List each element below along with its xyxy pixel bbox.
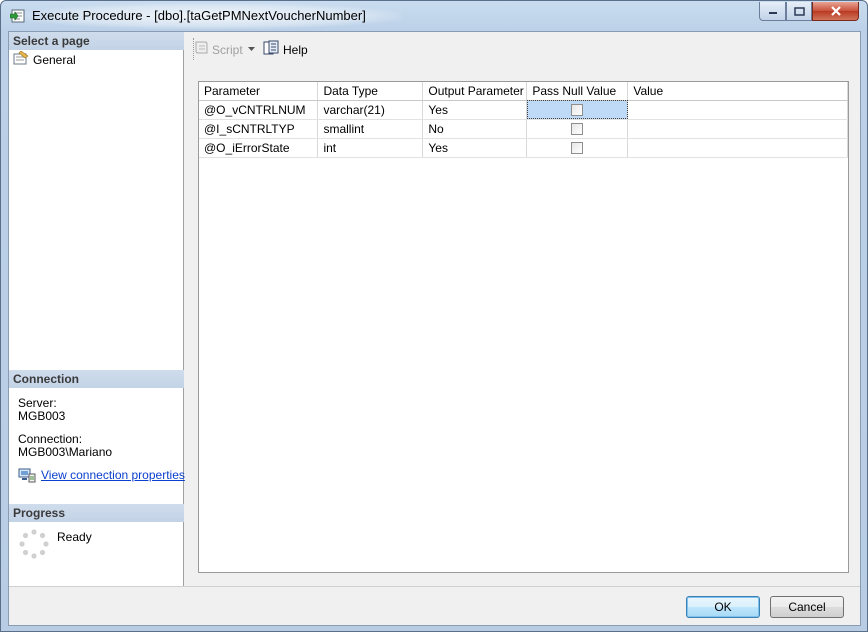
- table-row[interactable]: @O_vCNTRLNUM varchar(21) Yes: [199, 100, 848, 120]
- cell-value[interactable]: [627, 138, 848, 158]
- column-header-value[interactable]: Value: [627, 82, 848, 101]
- server-label: Server:: [18, 396, 57, 410]
- cell-data-type[interactable]: varchar(21): [317, 100, 424, 120]
- cell-pass-null-value[interactable]: [526, 138, 629, 158]
- pass-null-checkbox[interactable]: [571, 123, 584, 136]
- help-icon: [263, 40, 279, 59]
- select-page-header: Select a page: [9, 32, 184, 50]
- help-label: Help: [283, 42, 308, 57]
- dialog-button-bar: OK Cancel: [9, 586, 860, 625]
- view-connection-properties-link[interactable]: View connection properties: [41, 468, 185, 482]
- script-label: Script: [212, 42, 243, 57]
- cell-value[interactable]: [627, 119, 848, 139]
- cancel-button[interactable]: Cancel: [770, 596, 844, 618]
- table-row[interactable]: @O_iErrorState int Yes: [199, 138, 848, 158]
- cell-data-type[interactable]: smallint: [317, 119, 424, 139]
- ok-button[interactable]: OK: [686, 596, 760, 618]
- toolbar: Script Help: [185, 32, 861, 64]
- parameters-grid: Parameter Data Type Output Parameter Pas…: [198, 81, 849, 573]
- cell-output[interactable]: Yes: [422, 100, 528, 120]
- connection-label: Connection:: [18, 432, 83, 446]
- script-dropdown-button[interactable]: [247, 42, 256, 56]
- connection-properties-icon: [18, 467, 36, 486]
- cell-pass-null-value[interactable]: [526, 100, 629, 120]
- maximize-icon: [793, 6, 805, 16]
- chevron-down-icon: [247, 42, 256, 56]
- parameters-table: Parameter Data Type Output Parameter Pas…: [199, 82, 848, 158]
- page-item-general[interactable]: General: [13, 50, 76, 68]
- page-item-label: General: [33, 52, 76, 67]
- cell-output[interactable]: Yes: [422, 138, 528, 158]
- column-header-data-type[interactable]: Data Type: [317, 82, 424, 101]
- help-button[interactable]: Help: [263, 40, 308, 59]
- column-header-pass-null-value[interactable]: Pass Null Value: [526, 82, 629, 101]
- general-page-icon: [13, 50, 29, 68]
- progress-spinner-icon: [19, 529, 49, 562]
- cell-parameter[interactable]: @I_sCNTRLTYP: [199, 119, 319, 139]
- progress-status: Ready: [57, 530, 92, 544]
- cell-value[interactable]: [627, 100, 848, 120]
- cell-parameter[interactable]: @O_iErrorState: [199, 138, 319, 158]
- execute-procedure-window: Execute Procedure - [dbo].[taGetPMNextVo…: [0, 0, 868, 632]
- title-bar[interactable]: Execute Procedure - [dbo].[taGetPMNextVo…: [1, 1, 867, 31]
- connection-value: MGB003\Mariano: [18, 445, 113, 459]
- close-icon: [830, 6, 841, 16]
- server-value: MGB003: [18, 409, 66, 423]
- cell-output[interactable]: No: [422, 119, 528, 139]
- close-button[interactable]: [812, 2, 859, 21]
- pass-null-checkbox[interactable]: [571, 104, 584, 117]
- progress-header: Progress: [9, 504, 184, 522]
- minimize-button[interactable]: [759, 2, 786, 21]
- minimize-icon: [768, 12, 777, 14]
- script-icon: [193, 40, 209, 59]
- window-title: Execute Procedure - [dbo].[taGetPMNextVo…: [32, 8, 366, 23]
- script-button[interactable]: Script: [193, 40, 243, 59]
- cell-pass-null-value[interactable]: [526, 119, 629, 139]
- dialog-client-area: Select a page General Connection Server:…: [8, 31, 861, 626]
- pass-null-checkbox[interactable]: [571, 142, 584, 155]
- left-pane: Select a page General Connection Server:…: [9, 32, 185, 586]
- cell-data-type[interactable]: int: [317, 138, 424, 158]
- grid-header-row: Parameter Data Type Output Parameter Pas…: [199, 82, 848, 101]
- connection-header: Connection: [9, 370, 184, 388]
- column-header-parameter[interactable]: Parameter: [199, 82, 319, 101]
- column-header-output-parameter[interactable]: Output Parameter: [422, 82, 528, 101]
- table-row[interactable]: @I_sCNTRLTYP smallint No: [199, 119, 848, 139]
- execute-procedure-icon: [9, 9, 26, 23]
- maximize-button[interactable]: [786, 2, 812, 21]
- cell-parameter[interactable]: @O_vCNTRLNUM: [199, 100, 319, 120]
